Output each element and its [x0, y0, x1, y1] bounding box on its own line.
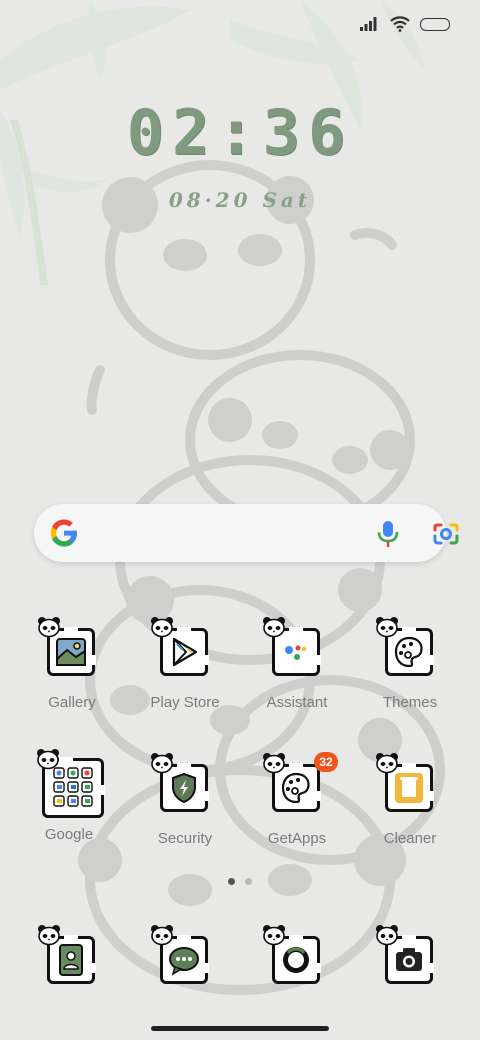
app-getapps[interactable]: 32 GetApps — [242, 752, 352, 884]
dock-messages[interactable] — [130, 925, 240, 992]
app-label: Security — [157, 830, 213, 847]
panda-head-icon — [151, 753, 173, 774]
panda-head-icon — [263, 617, 285, 638]
panda-head-icon — [38, 617, 60, 638]
google-lens-icon[interactable] — [432, 522, 460, 546]
google-g-icon — [50, 519, 77, 547]
app-label: Google — [44, 826, 94, 843]
app-gallery[interactable]: Gallery — [17, 617, 127, 748]
app-label: Themes — [382, 694, 438, 711]
app-assistant[interactable]: Assistant — [242, 617, 352, 748]
app-label: Play Store — [150, 694, 220, 711]
dock-browser[interactable] — [242, 925, 352, 992]
app-cleaner[interactable]: Cleaner — [355, 753, 465, 884]
notification-badge: 32 — [314, 752, 338, 772]
app-label: Cleaner — [383, 830, 437, 847]
app-google-folder[interactable]: Google — [14, 749, 124, 878]
panda-head-icon — [38, 925, 60, 946]
home-gesture-bar[interactable] — [151, 1026, 329, 1031]
page-indicator — [228, 878, 252, 885]
wifi-icon — [390, 16, 410, 32]
clock-date[interactable]: 08·20 Sat — [0, 188, 480, 212]
page-dot-active — [228, 878, 235, 885]
google-search-bar[interactable] — [34, 504, 459, 562]
panda-head-icon — [376, 617, 398, 638]
signal-icon — [360, 17, 377, 31]
app-play-store[interactable]: Play Store — [130, 617, 240, 748]
panda-head-icon — [376, 925, 398, 946]
panda-head-icon — [263, 753, 285, 774]
dock-camera[interactable] — [355, 925, 465, 992]
clock-time[interactable]: 02:36 — [0, 96, 480, 169]
app-label: Assistant — [266, 694, 328, 711]
page-dot — [245, 878, 252, 885]
microphone-icon[interactable] — [377, 520, 399, 548]
status-bar — [360, 16, 450, 32]
app-label: GetApps — [267, 830, 327, 847]
panda-head-icon — [263, 925, 285, 946]
app-security[interactable]: Security — [130, 753, 240, 884]
app-label: Gallery — [48, 694, 96, 711]
panda-head-icon — [151, 617, 173, 638]
dock-contacts[interactable] — [17, 925, 127, 992]
app-themes[interactable]: Themes — [355, 617, 465, 748]
battery-icon — [420, 17, 450, 31]
panda-head-icon — [37, 749, 59, 770]
panda-head-icon — [376, 753, 398, 774]
panda-head-icon — [151, 925, 173, 946]
